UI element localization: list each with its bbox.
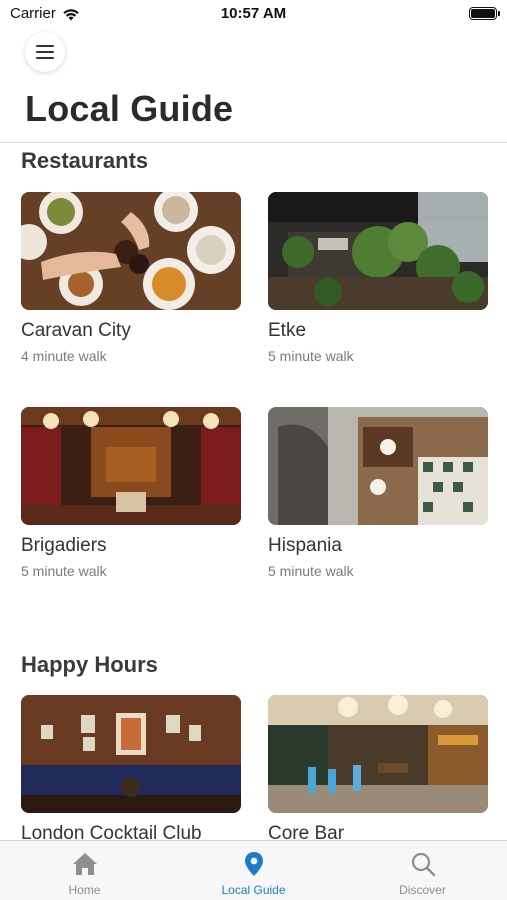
- walk-time: 5 minute walk: [21, 563, 107, 579]
- restaurant-card-caravan-city[interactable]: Caravan City 4 minute walk: [21, 192, 241, 364]
- bar-photo: [21, 695, 241, 813]
- tab-label: Home: [68, 883, 101, 897]
- tab-label: Discover: [399, 883, 446, 897]
- walk-time: 5 minute walk: [268, 348, 354, 364]
- section-title-restaurants: Restaurants: [21, 148, 149, 173]
- restaurant-photo: [268, 407, 488, 525]
- location-pin-icon: [244, 852, 263, 876]
- restaurant-name: Caravan City: [21, 320, 131, 341]
- tab-local-guide[interactable]: Local Guide: [169, 841, 338, 900]
- status-bar: Carrier 10:57 AM: [0, 0, 507, 28]
- tab-bar: Home Local Guide Discover: [0, 840, 507, 900]
- bar-card-london-cocktail-club[interactable]: London Cocktail Club: [21, 695, 241, 840]
- restaurant-card-etke[interactable]: Etke 5 minute walk: [268, 192, 488, 364]
- restaurant-card-hispania[interactable]: Hispania 5 minute walk: [268, 407, 488, 579]
- home-icon: [72, 853, 97, 875]
- page-title: Local Guide: [25, 88, 234, 129]
- restaurant-name: Hispania: [268, 535, 342, 556]
- walk-time: 4 minute walk: [21, 348, 107, 364]
- restaurant-photo: [268, 192, 488, 310]
- restaurant-name: Brigadiers: [21, 535, 107, 556]
- scroll-content[interactable]: Restaurants Caravan City 4 minute walk E…: [0, 143, 507, 840]
- restaurant-photo: [21, 407, 241, 525]
- bar-photo: [268, 695, 488, 813]
- section-title-happy-hours: Happy Hours: [21, 652, 158, 677]
- bar-card-core-bar[interactable]: Core Bar: [268, 695, 488, 840]
- bar-name: Core Bar: [268, 823, 345, 840]
- battery-icon: [469, 7, 500, 20]
- status-time: 10:57 AM: [220, 5, 287, 22]
- menu-button[interactable]: [25, 32, 65, 72]
- restaurant-card-brigadiers[interactable]: Brigadiers 5 minute walk: [21, 407, 241, 579]
- restaurant-name: Etke: [268, 320, 307, 341]
- tab-label: Local Guide: [221, 883, 286, 897]
- search-icon: [411, 852, 435, 877]
- walk-time: 5 minute walk: [268, 563, 354, 579]
- tab-home[interactable]: Home: [0, 841, 169, 900]
- restaurant-photo: [21, 192, 241, 310]
- tab-discover[interactable]: Discover: [338, 841, 507, 900]
- hamburger-menu-icon: [36, 45, 54, 59]
- bar-name: London Cocktail Club: [21, 823, 202, 840]
